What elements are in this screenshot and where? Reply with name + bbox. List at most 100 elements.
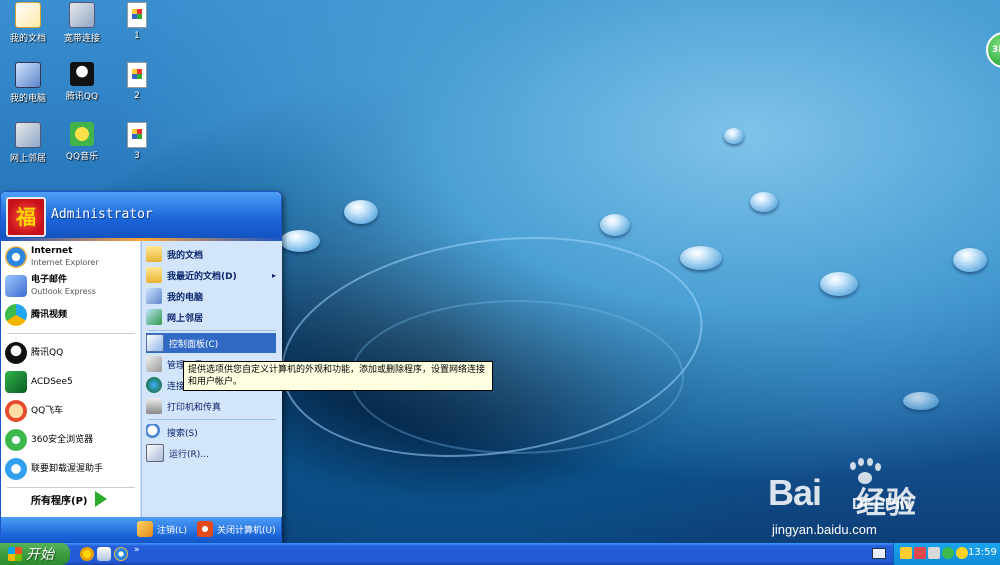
network-icon: [146, 309, 162, 325]
recent-uninstall-helper[interactable]: 联要卸载渥渥助手: [5, 455, 137, 483]
run-icon: [146, 444, 164, 462]
shutdown-button[interactable]: 关闭计算机(U): [197, 521, 276, 537]
all-programs-button[interactable]: 所有程序(P): [31, 491, 108, 507]
desktop-icon-file-1[interactable]: 1: [109, 2, 165, 41]
chevron-right-icon: ▸: [271, 270, 276, 280]
separator: [148, 330, 276, 331]
water-drop: [724, 128, 744, 144]
desktop-icon-broadband[interactable]: 宽带连接: [54, 2, 110, 44]
tencent-video-icon: [5, 304, 27, 326]
water-drop: [344, 200, 378, 224]
all-programs-label: 所有程序(P): [31, 495, 88, 507]
watermark-brand: Bai: [768, 472, 822, 513]
user-name: Administrator: [51, 207, 153, 222]
item-label: 控制面板(C): [169, 339, 219, 350]
search-item[interactable]: 搜索(S): [146, 422, 276, 442]
separator: [148, 419, 276, 420]
water-drop: [750, 192, 778, 212]
green-arrow-icon: [95, 491, 108, 507]
pinned-tencent-video[interactable]: 腾讯视频: [5, 301, 137, 329]
desktop-icon-label: 宽带连接: [63, 34, 100, 44]
file-icon: [127, 62, 147, 88]
quicklaunch-desktop-icon[interactable]: [97, 547, 111, 561]
start-menu-programs: Internet Internet Explorer 电子邮件 Outlook Ex…: [1, 241, 140, 517]
printers-item[interactable]: 打印机和传真: [146, 396, 276, 416]
start-button[interactable]: 开始: [0, 543, 70, 565]
water-drop: [820, 272, 858, 296]
desktop-icon-network[interactable]: 网上邻居: [0, 122, 56, 164]
water-drop: [953, 248, 987, 272]
quicklaunch-qq-icon[interactable]: [80, 547, 94, 561]
pinned-title: 腾讯视频: [31, 309, 68, 320]
taskbar: 开始 » 13:59: [0, 543, 1000, 565]
pinned-title: Internet: [31, 245, 73, 256]
desktop-icon-label: 我的文档: [9, 34, 46, 44]
outlook-express-icon: [5, 275, 27, 297]
quicklaunch-ie-icon[interactable]: [114, 547, 128, 561]
run-item[interactable]: 运行(R)...: [146, 443, 276, 463]
folder-icon: [146, 246, 162, 262]
start-menu-footer: 注销(L) 关闭计算机(U): [1, 517, 281, 544]
tray-security-icon[interactable]: [942, 547, 954, 559]
file-icon: [127, 122, 147, 148]
desktop-icon-my-computer[interactable]: 我的电脑: [0, 62, 56, 104]
quicklaunch-more-button[interactable]: »: [134, 545, 140, 555]
360-browser-icon: [5, 429, 27, 451]
network-places-item[interactable]: 网上邻居: [146, 307, 276, 327]
3d-badge-icon[interactable]: 3D: [986, 32, 1000, 68]
connect-globe-icon: [146, 377, 162, 393]
desktop-icon-label: 2: [134, 91, 140, 101]
control-panel-item[interactable]: 控制面板(C): [146, 333, 276, 353]
item-label: 打印机和传真: [167, 402, 222, 413]
qq-penguin-icon: [70, 62, 94, 86]
recent-qq[interactable]: 腾讯QQ: [5, 339, 137, 367]
helper-icon: [5, 458, 27, 480]
recent-acdsee[interactable]: ACDSee5: [5, 368, 137, 396]
internet-explorer-icon: [5, 246, 27, 268]
tray-speaker-icon[interactable]: [928, 547, 940, 559]
my-computer-item[interactable]: 我的电脑: [146, 286, 276, 306]
shutdown-label: 关闭计算机(U): [217, 525, 276, 536]
pinned-title: 电子邮件: [31, 274, 68, 285]
tray-user-icon[interactable]: [914, 547, 926, 559]
control-panel-tooltip: 提供选项供您自定义计算机的外观和功能，添加或删除程序，设置网络连接和用户帐户。: [183, 361, 493, 391]
clock[interactable]: 13:59: [968, 547, 997, 558]
my-documents-item[interactable]: 我的文档: [146, 244, 276, 264]
item-label: 我最近的文档(D): [167, 271, 237, 282]
desktop-icon-my-documents[interactable]: 我的文档: [0, 2, 56, 44]
watermark-sub: DEEPIN: [852, 496, 912, 513]
computer-icon: [15, 62, 41, 88]
baidu-watermark: Bai 经验 DEEPIN jingyan.baidu.com: [760, 458, 995, 543]
tray-smiley-icon[interactable]: [956, 547, 968, 559]
tray-qq-icon[interactable]: [900, 547, 912, 559]
item-label: 网上邻居: [167, 313, 204, 324]
file-icon: [127, 2, 147, 28]
desktop-icon-file-3[interactable]: 3: [109, 122, 165, 161]
keyboard-icon[interactable]: [872, 548, 886, 559]
qq-music-icon: [70, 122, 94, 146]
desktop-icon-label: 3: [134, 151, 140, 161]
recent-label: 360安全浏览器: [31, 434, 94, 445]
recent-label: 腾讯QQ: [31, 347, 64, 358]
user-avatar[interactable]: 福: [6, 197, 46, 237]
desktop-icon-file-2[interactable]: 2: [109, 62, 165, 101]
pinned-email[interactable]: 电子邮件 Outlook Express: [5, 272, 137, 300]
watermark-url: jingyan.baidu.com: [772, 522, 877, 537]
qq-speed-icon: [5, 400, 27, 422]
recent-documents-item[interactable]: 我最近的文档(D) ▸: [146, 265, 276, 285]
recent-qq-speed[interactable]: QQ飞车: [5, 397, 137, 425]
network-places-icon: [15, 122, 41, 148]
logoff-label: 注销(L): [157, 525, 188, 536]
power-icon: [197, 521, 213, 537]
acdsee-icon: [5, 371, 27, 393]
printer-icon: [146, 398, 162, 414]
admin-tools-icon: [146, 356, 162, 372]
start-label: 开始: [26, 547, 54, 563]
desktop-icon-label: QQ音乐: [65, 152, 99, 162]
logoff-button[interactable]: 注销(L): [137, 521, 187, 537]
pinned-internet[interactable]: Internet Internet Explorer: [5, 243, 137, 271]
desktop-icon-qq[interactable]: 腾讯QQ: [54, 62, 110, 102]
pinned-subtitle: Outlook Express: [31, 286, 96, 296]
desktop-icon-qq-music[interactable]: QQ音乐: [54, 122, 110, 162]
recent-360-browser[interactable]: 360安全浏览器: [5, 426, 137, 454]
